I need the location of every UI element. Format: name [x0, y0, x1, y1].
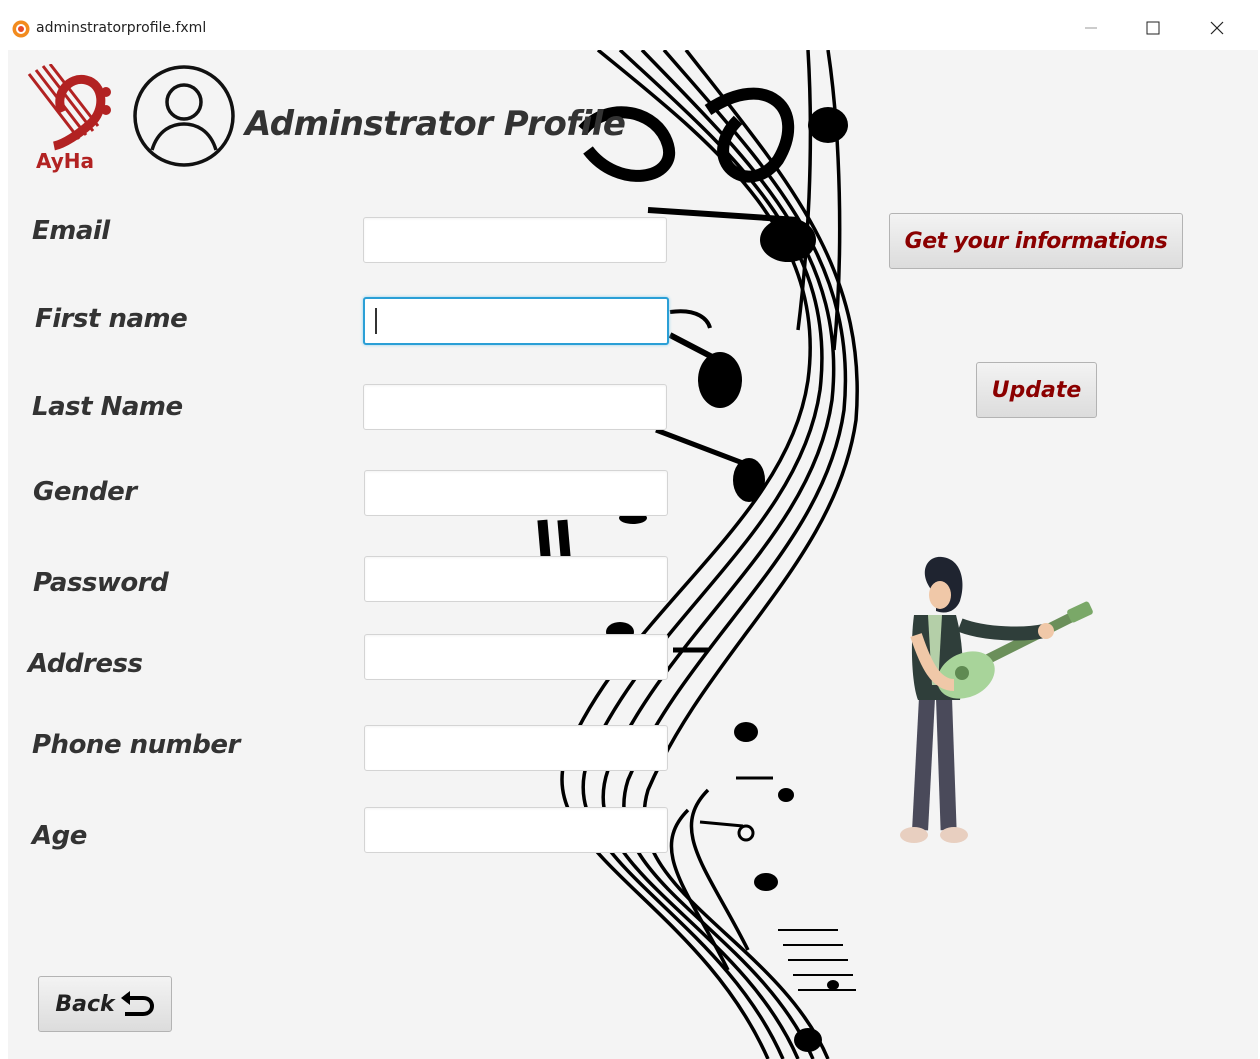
back-arrow-icon	[120, 991, 154, 1016]
back-button-label: Back	[55, 991, 115, 1017]
app-icon	[12, 20, 30, 38]
password-input[interactable]	[364, 556, 668, 602]
back-button[interactable]: Back	[38, 976, 172, 1032]
window-title: adminstratorprofile.fxml	[36, 20, 207, 36]
phone-number-input[interactable]	[364, 725, 668, 771]
maximize-icon[interactable]	[1130, 8, 1176, 44]
age-label: Age	[32, 821, 87, 851]
last-name-label: Last Name	[32, 392, 183, 422]
gender-label: Gender	[33, 477, 137, 507]
guitarist-illustration	[900, 556, 1093, 843]
ayha-logo: AyHa	[27, 64, 111, 173]
page-title: Adminstrator Profile	[245, 104, 626, 144]
password-label: Password	[33, 568, 169, 598]
first-name-input[interactable]	[363, 297, 669, 345]
user-avatar-icon	[133, 65, 235, 167]
age-input[interactable]	[364, 807, 668, 853]
minimize-icon[interactable]	[1068, 8, 1114, 44]
update-button[interactable]: Update	[976, 362, 1097, 418]
address-input[interactable]	[364, 634, 668, 680]
last-name-input[interactable]	[363, 384, 667, 430]
first-name-label: First name	[35, 304, 188, 334]
address-label: Address	[28, 649, 143, 679]
window-titlebar: adminstratorprofile.fxml	[0, 0, 1260, 50]
main-content: AyHa Adminstrator Profile Email First na…	[8, 50, 1258, 1059]
logo-text: AyHa	[36, 149, 94, 173]
email-input[interactable]	[363, 217, 667, 263]
email-label: Email	[32, 216, 110, 246]
gender-input[interactable]	[364, 470, 668, 516]
close-icon[interactable]	[1194, 8, 1240, 44]
text-caret	[375, 308, 377, 334]
phone-number-label: Phone number	[32, 730, 240, 760]
get-informations-button[interactable]: Get your informations	[889, 213, 1183, 269]
